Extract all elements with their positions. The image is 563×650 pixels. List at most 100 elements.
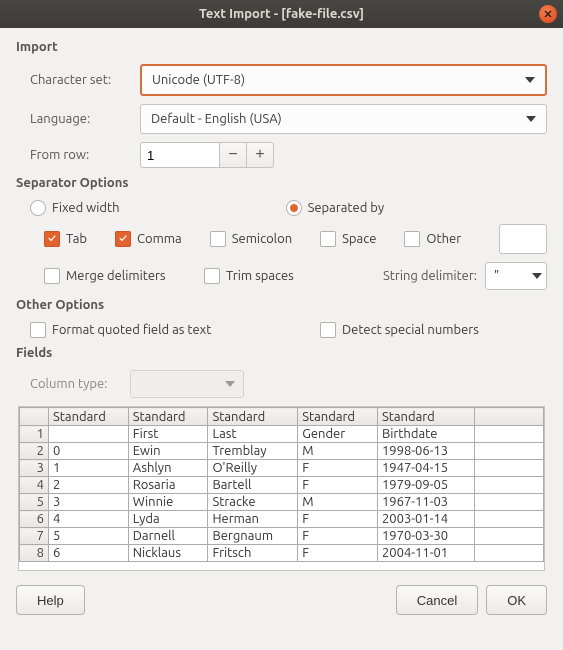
- preview-cell: 6: [49, 545, 129, 562]
- separated-by-radio[interactable]: Separated by: [286, 200, 385, 216]
- checkbox-icon: [44, 231, 60, 247]
- merge-delimiters-checkbox[interactable]: Merge delimiters: [44, 268, 204, 284]
- trim-spaces-checkbox[interactable]: Trim spaces: [204, 268, 324, 284]
- preview-cell: 2004-11-01: [377, 545, 474, 562]
- preview-cell: 4: [49, 511, 129, 528]
- preview-cell: Darnell: [128, 528, 208, 545]
- preview-cell: Birthdate: [377, 426, 474, 443]
- fixed-width-radio[interactable]: Fixed width: [30, 200, 120, 216]
- preview-cell: F: [298, 511, 378, 528]
- row-number: 5: [20, 494, 49, 511]
- fromrow-decrement[interactable]: −: [219, 142, 247, 168]
- separated-by-label: Separated by: [308, 201, 385, 215]
- checkbox-icon: [30, 322, 46, 338]
- window-title: Text Import - [fake-file.csv]: [199, 7, 364, 21]
- checkbox-icon: [320, 322, 336, 338]
- other-label: Other: [426, 232, 461, 246]
- col-header-empty: [475, 408, 544, 426]
- radio-icon: [286, 200, 302, 216]
- preview-cell: 1967-11-03: [377, 494, 474, 511]
- preview-cell: Ashlyn: [128, 460, 208, 477]
- preview-cell: Winnie: [128, 494, 208, 511]
- preview-cell-empty: [475, 460, 544, 477]
- preview-cell: F: [298, 528, 378, 545]
- preview-cell-empty: [475, 528, 544, 545]
- preview-cell: Fritsch: [208, 545, 298, 562]
- preview-cell: F: [298, 545, 378, 562]
- fromrow-increment[interactable]: +: [246, 142, 274, 168]
- detect-special-checkbox[interactable]: Detect special numbers: [320, 322, 479, 338]
- charset-label: Character set:: [30, 73, 140, 87]
- col-header[interactable]: Standard: [298, 408, 378, 426]
- other-options-heading: Other Options: [16, 298, 547, 312]
- string-delimiter-combo[interactable]: ": [485, 262, 547, 290]
- preview-cell: Gender: [298, 426, 378, 443]
- import-heading: Import: [16, 40, 547, 54]
- merge-label: Merge delimiters: [66, 269, 166, 283]
- preview-cell: 2003-01-14: [377, 511, 474, 528]
- preview-cell: 1947-04-15: [377, 460, 474, 477]
- other-checkbox[interactable]: Other: [404, 231, 461, 247]
- detect-special-label: Detect special numbers: [342, 323, 479, 337]
- tab-label: Tab: [66, 232, 87, 246]
- col-header[interactable]: Standard: [377, 408, 474, 426]
- preview-cell-empty: [475, 511, 544, 528]
- fromrow-spinner[interactable]: − +: [140, 142, 274, 168]
- column-type-dropdown[interactable]: [130, 370, 244, 398]
- col-header[interactable]: Standard: [208, 408, 298, 426]
- row-number: 8: [20, 545, 49, 562]
- fromrow-input[interactable]: [140, 142, 220, 168]
- format-quoted-checkbox[interactable]: Format quoted field as text: [30, 322, 320, 338]
- tab-checkbox[interactable]: Tab: [44, 231, 87, 247]
- fixed-width-label: Fixed width: [52, 201, 120, 215]
- cancel-button[interactable]: Cancel: [396, 585, 478, 615]
- string-delimiter-value: ": [494, 269, 499, 283]
- chevron-down-icon: [526, 116, 536, 122]
- preview-cell: 1: [49, 460, 129, 477]
- semicolon-checkbox[interactable]: Semicolon: [210, 231, 292, 247]
- preview-cell: Bergnaum: [208, 528, 298, 545]
- checkbox-icon: [115, 231, 131, 247]
- preview-cell: First: [128, 426, 208, 443]
- help-button[interactable]: Help: [16, 585, 85, 615]
- charset-dropdown[interactable]: Unicode (UTF-8): [140, 64, 547, 96]
- col-header[interactable]: Standard: [128, 408, 208, 426]
- preview-cell-empty: [475, 494, 544, 511]
- separator-heading: Separator Options: [16, 176, 547, 190]
- semicolon-label: Semicolon: [232, 232, 292, 246]
- language-dropdown[interactable]: Default - English (USA): [140, 104, 547, 134]
- space-checkbox[interactable]: Space: [320, 231, 376, 247]
- fromrow-label: From row:: [30, 148, 140, 162]
- titlebar: Text Import - [fake-file.csv] ✕: [0, 0, 563, 28]
- preview-cell: 0: [49, 443, 129, 460]
- trim-label: Trim spaces: [226, 269, 294, 283]
- language-label: Language:: [30, 112, 140, 126]
- preview-corner: [20, 408, 49, 426]
- row-number: 1: [20, 426, 49, 443]
- radio-icon: [30, 200, 46, 216]
- checkbox-icon: [404, 231, 420, 247]
- preview-cell: 1998-06-13: [377, 443, 474, 460]
- comma-checkbox[interactable]: Comma: [115, 231, 182, 247]
- chevron-down-icon: [225, 381, 235, 387]
- row-number: 6: [20, 511, 49, 528]
- preview-table[interactable]: Standard Standard Standard Standard Stan…: [18, 406, 545, 571]
- preview-cell-empty: [475, 426, 544, 443]
- preview-cell: F: [298, 460, 378, 477]
- other-separator-input[interactable]: [499, 224, 547, 254]
- close-icon[interactable]: ✕: [539, 5, 557, 23]
- format-quoted-label: Format quoted field as text: [52, 323, 211, 337]
- col-header[interactable]: Standard: [49, 408, 129, 426]
- preview-cell: O'Reilly: [208, 460, 298, 477]
- column-type-label: Column type:: [30, 377, 130, 391]
- ok-button[interactable]: OK: [486, 585, 547, 615]
- chevron-down-icon: [525, 77, 535, 83]
- preview-cell: Lyda: [128, 511, 208, 528]
- preview-cell: [49, 426, 129, 443]
- space-label: Space: [342, 232, 376, 246]
- preview-cell-empty: [475, 443, 544, 460]
- charset-value: Unicode (UTF-8): [152, 73, 245, 87]
- preview-cell: Tremblay: [208, 443, 298, 460]
- row-number: 7: [20, 528, 49, 545]
- row-number: 2: [20, 443, 49, 460]
